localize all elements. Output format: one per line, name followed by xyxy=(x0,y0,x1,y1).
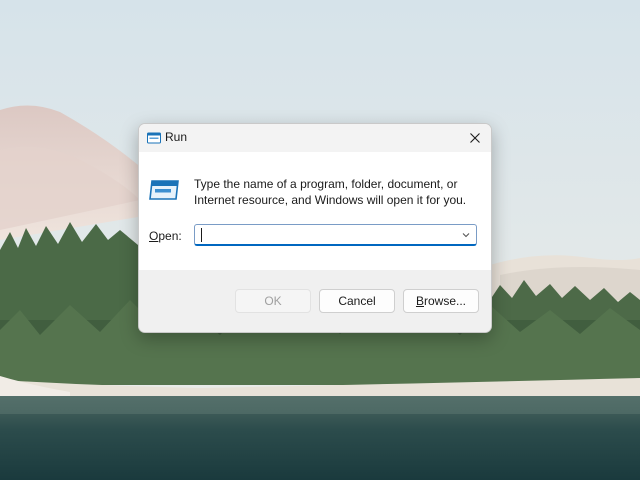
browse-button[interactable]: Browse... xyxy=(403,289,479,313)
open-combobox[interactable] xyxy=(194,224,477,246)
text-caret xyxy=(201,228,202,242)
ok-button[interactable]: OK xyxy=(235,289,311,313)
desktop: Run Type the name of a program, folder, … xyxy=(0,0,640,480)
instruction-text: Type the name of a program, folder, docu… xyxy=(194,177,467,207)
chevron-down-icon[interactable] xyxy=(460,229,472,241)
open-label: Open: xyxy=(149,229,182,243)
button-bar: OK Cancel Browse... xyxy=(139,270,491,332)
close-button[interactable] xyxy=(459,124,491,152)
open-input[interactable] xyxy=(201,228,451,242)
run-app-icon xyxy=(147,132,161,144)
run-icon xyxy=(149,180,179,200)
run-dialog: Run Type the name of a program, folder, … xyxy=(138,123,492,333)
dialog-title: Run xyxy=(165,130,188,144)
title-bar[interactable]: Run xyxy=(139,124,491,152)
cancel-button[interactable]: Cancel xyxy=(319,289,395,313)
close-icon xyxy=(470,133,480,143)
dialog-content: Type the name of a program, folder, docu… xyxy=(139,152,491,270)
